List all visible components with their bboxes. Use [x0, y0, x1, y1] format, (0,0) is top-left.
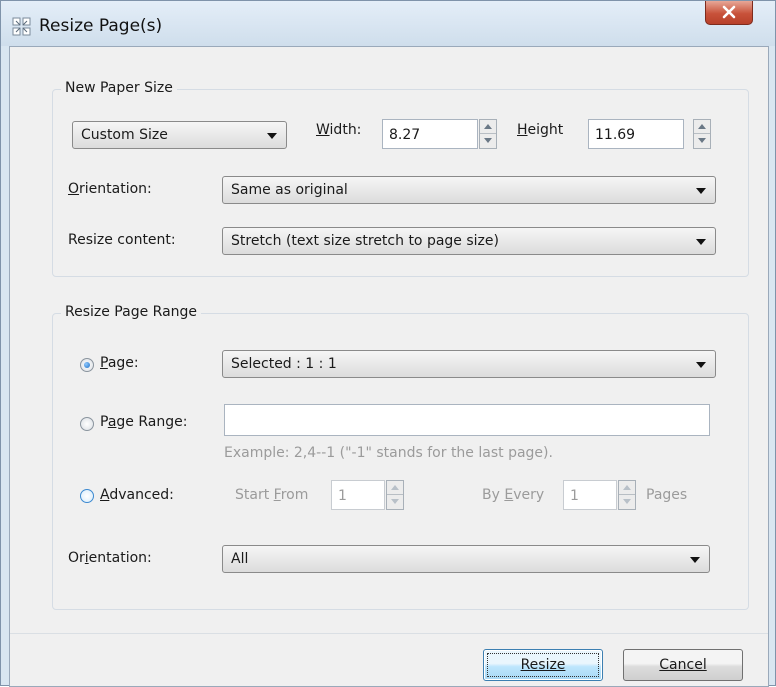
page-label: Page:	[100, 355, 139, 371]
page-range-radio[interactable]	[80, 417, 94, 431]
cancel-button-label: Cancel	[659, 657, 707, 673]
resize-content-select[interactable]: Stretch (text size stretch to page size)	[222, 227, 716, 255]
paper-size-select[interactable]: Custom Size	[72, 121, 287, 149]
page-range-example: Example: 2,4--1 ("-1" stands for the las…	[224, 445, 553, 461]
resize-content-label: Resize content:	[68, 232, 176, 248]
orientation-label: Orientation:	[68, 181, 152, 197]
width-label: Width:	[316, 122, 362, 138]
pages-label: Pages	[646, 487, 688, 503]
page-select[interactable]: Selected : 1 : 1	[222, 350, 716, 378]
cancel-button[interactable]: Cancel	[623, 649, 743, 681]
page-value: Selected : 1 : 1	[231, 356, 337, 372]
start-from-input[interactable]: 1	[331, 480, 385, 510]
advanced-label: Advanced:	[100, 487, 174, 503]
spin-down-icon[interactable]	[619, 495, 635, 509]
spin-up-icon[interactable]	[387, 481, 403, 495]
spin-down-icon[interactable]	[387, 495, 403, 509]
dialog-window: Resize Page(s) New Paper Size Custom Siz…	[0, 0, 776, 687]
start-from-label: Start From	[235, 487, 309, 503]
resize-button[interactable]: Resize	[483, 649, 603, 681]
chevron-down-icon	[696, 362, 706, 368]
page-range-input[interactable]	[224, 404, 710, 436]
chevron-down-icon	[696, 188, 706, 194]
window-title: Resize Page(s)	[39, 16, 163, 36]
range-orientation-value: All	[231, 551, 249, 567]
spin-up-icon[interactable]	[480, 120, 496, 134]
range-orientation-label: Orientation:	[68, 550, 152, 566]
height-value: 11.69	[595, 127, 636, 143]
chevron-down-icon	[267, 133, 277, 139]
height-label: Height	[517, 122, 564, 138]
advanced-radio[interactable]	[80, 489, 94, 503]
orientation-value: Same as original	[231, 182, 348, 198]
spin-up-icon[interactable]	[619, 481, 635, 495]
height-stepper[interactable]	[693, 119, 711, 149]
width-input[interactable]: 8.27	[382, 119, 478, 149]
new-paper-size-title: New Paper Size	[61, 80, 177, 96]
close-button[interactable]	[705, 1, 753, 25]
width-value: 8.27	[389, 127, 421, 143]
page-radio[interactable]	[80, 358, 94, 372]
title-bar[interactable]: Resize Page(s)	[1, 1, 775, 46]
orientation-select[interactable]: Same as original	[222, 176, 716, 204]
spin-up-icon[interactable]	[694, 120, 710, 134]
close-icon	[722, 5, 736, 19]
resize-pages-icon	[12, 17, 32, 37]
start-from-stepper[interactable]	[386, 480, 404, 510]
resize-content-value: Stretch (text size stretch to page size)	[231, 233, 499, 249]
by-every-stepper[interactable]	[618, 480, 636, 510]
chevron-down-icon	[690, 557, 700, 563]
by-every-input[interactable]: 1	[563, 480, 617, 510]
height-input[interactable]: 11.69	[588, 119, 684, 149]
page-range-label: Page Range:	[100, 414, 188, 430]
start-from-value: 1	[338, 488, 347, 504]
dialog-body: New Paper Size Custom Size Width: 8.27 H…	[9, 46, 769, 687]
chevron-down-icon	[696, 239, 706, 245]
spin-down-icon[interactable]	[480, 134, 496, 148]
resize-page-range-title: Resize Page Range	[61, 304, 202, 320]
by-every-value: 1	[570, 488, 579, 504]
by-every-label: By Every	[482, 487, 545, 503]
range-orientation-select[interactable]: All	[222, 545, 710, 573]
footer-divider	[10, 633, 768, 634]
paper-size-value: Custom Size	[81, 127, 168, 143]
focus-rect	[487, 653, 599, 677]
width-stepper[interactable]	[479, 119, 497, 149]
spin-down-icon[interactable]	[694, 134, 710, 148]
